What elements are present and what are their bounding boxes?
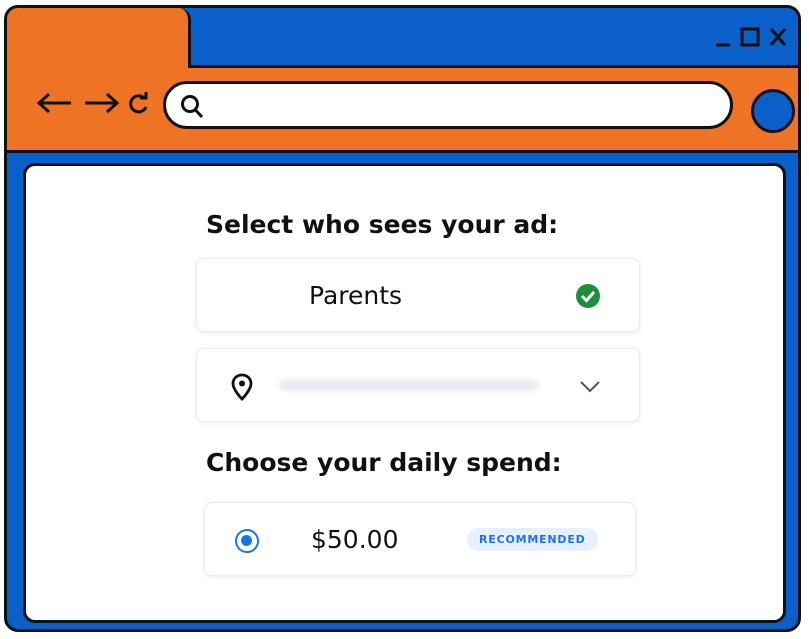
browser-tab[interactable] [7,8,191,70]
location-pin-icon [231,373,253,405]
audience-option[interactable]: Parents [196,258,640,332]
reload-icon[interactable] [127,91,151,115]
budget-amount: $50.00 [311,525,399,554]
check-circle-icon [575,283,601,313]
search-icon [180,93,206,125]
browser-window: Select who sees your ad: Parents Choose … [4,5,801,632]
chevron-down-icon[interactable] [579,379,601,398]
budget-radio[interactable] [235,529,259,553]
window-controls [714,26,788,48]
navigation-buttons [35,91,151,115]
minimize-icon[interactable] [714,26,732,48]
recommended-badge: RECOMMENDED [467,528,598,551]
audience-label: Parents [309,281,403,310]
location-dropdown[interactable] [196,348,640,422]
close-icon[interactable] [768,26,788,48]
page-content: Select who sees your ad: Parents Choose … [23,163,786,623]
location-value-placeholder [279,379,539,391]
back-arrow-icon[interactable] [35,91,75,115]
budget-option[interactable]: $50.00 RECOMMENDED [204,502,636,576]
budget-heading: Choose your daily spend: [206,448,562,477]
address-bar[interactable] [163,81,733,129]
profile-circle-icon[interactable] [751,89,795,133]
audience-heading: Select who sees your ad: [206,210,559,239]
maximize-icon[interactable] [740,26,760,48]
forward-arrow-icon[interactable] [81,91,121,115]
